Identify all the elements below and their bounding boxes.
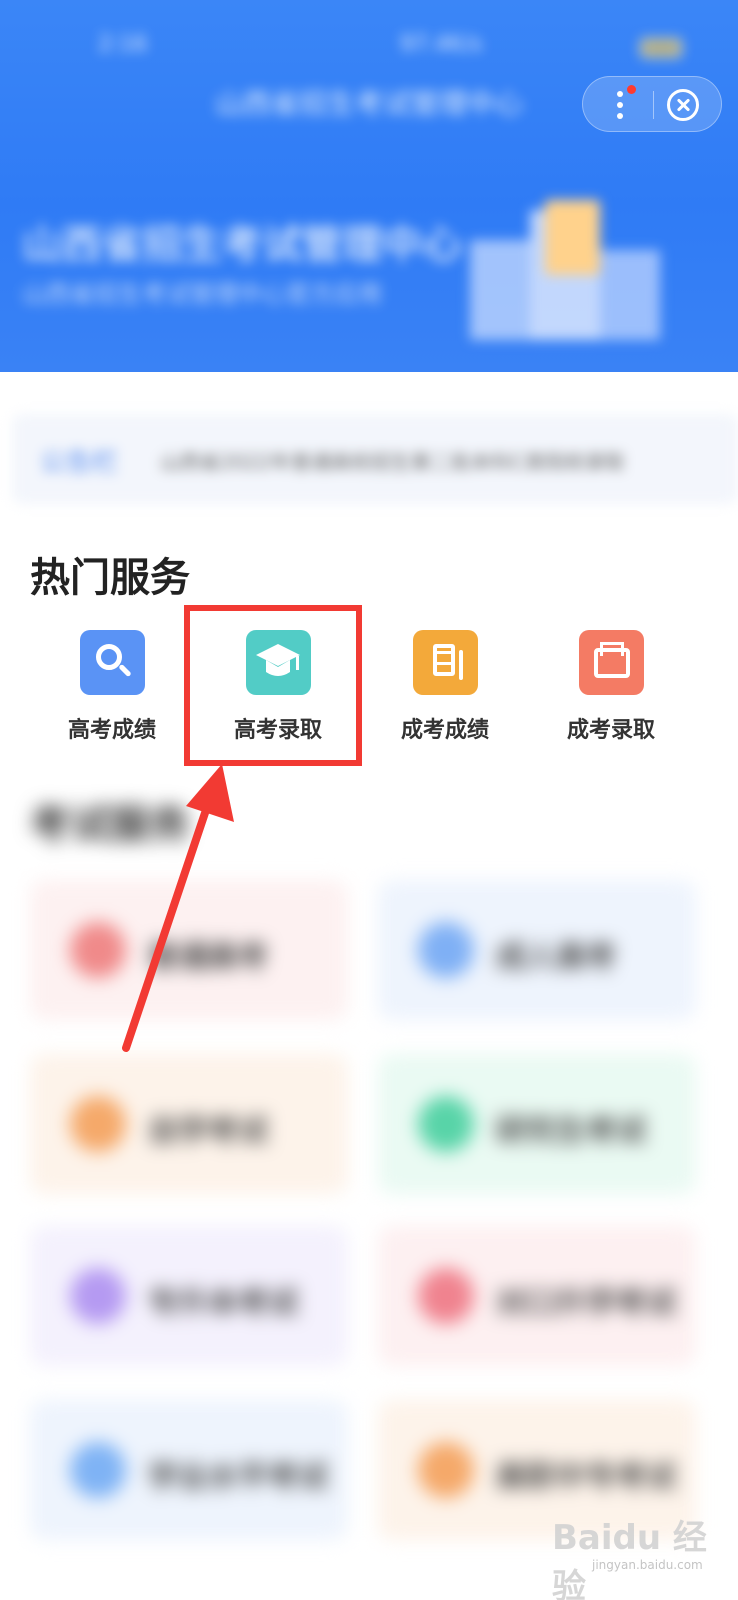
- service-chengkao-score[interactable]: 成考成绩: [360, 628, 530, 748]
- exam-card-label: 高职中专考试: [496, 1460, 676, 1495]
- book-icon: [70, 1096, 126, 1152]
- exam-card-label: 学业水平考试: [148, 1460, 328, 1495]
- hot-services-grid: 高考成绩 高考录取 成考成绩 成考录取: [0, 628, 738, 748]
- status-bar: 2:16 97.4K/s: [0, 28, 738, 68]
- hot-services-title: 热门服务: [30, 555, 190, 601]
- book-icon: [418, 922, 474, 978]
- book-icon: [418, 1096, 474, 1152]
- exam-card-label: 普通高考: [148, 940, 268, 975]
- notice-text: 山西省2022年普通高校招生第二批本科C类院校录取: [160, 450, 625, 474]
- service-label: 成考录取: [566, 718, 655, 743]
- watermark-logo: Baidu 经验: [552, 1518, 707, 1600]
- archive-icon: [579, 630, 644, 695]
- search-icon: [80, 630, 145, 695]
- more-menu-icon[interactable]: [583, 77, 651, 133]
- status-time: 2:16: [98, 32, 148, 57]
- exam-card-gaokao[interactable]: 普通高考: [30, 880, 348, 1020]
- banner-illustration: [470, 200, 680, 340]
- book-icon: [418, 1268, 474, 1324]
- highlight-box: [184, 605, 362, 766]
- exam-card-self-study[interactable]: 自学考试: [30, 1054, 348, 1194]
- exam-card-proficiency[interactable]: 学业水平考试: [30, 1400, 348, 1540]
- capsule-divider: [653, 91, 654, 119]
- close-icon[interactable]: [667, 89, 699, 121]
- notice-tag: 公告栏: [40, 448, 119, 478]
- notice-bar[interactable]: 公告栏 山西省2022年普通高校招生第二批本科C类院校录取: [12, 414, 738, 504]
- service-label: 高考成绩: [67, 718, 156, 743]
- service-label: 成考成绩: [400, 718, 489, 743]
- banner-subtitle: 山西省招生考试管理中心官方应用: [22, 280, 382, 308]
- document-icon: [413, 630, 478, 695]
- exam-card-label: 专升本考试: [148, 1286, 298, 1321]
- battery-icon: [640, 38, 682, 58]
- book-icon: [70, 1442, 126, 1498]
- exam-card-label: 研究生考试: [496, 1114, 646, 1149]
- exam-card-label: 成人高考: [496, 940, 616, 975]
- service-gaokao-score[interactable]: 高考成绩: [27, 628, 197, 748]
- exam-services-title: 考试服务: [30, 802, 190, 848]
- exam-card-label: 自学考试: [148, 1114, 268, 1149]
- notification-dot: [627, 85, 636, 94]
- service-chengkao-admission[interactable]: 成考录取: [526, 628, 696, 748]
- network-speed: 97.4K/s: [400, 32, 483, 57]
- miniprogram-capsule: [582, 76, 722, 132]
- exam-card-upgrade[interactable]: 专升本考试: [30, 1226, 348, 1366]
- exam-card-adult[interactable]: 成人高考: [378, 880, 696, 1020]
- book-icon: [70, 1268, 126, 1324]
- exam-card-vocational[interactable]: 对口升学考试: [378, 1226, 696, 1366]
- banner-title: 山西省招生考试管理中心: [22, 222, 462, 268]
- baidu-watermark: Baidu 经验 jingyan.baidu.com: [552, 1500, 712, 1600]
- exam-card-label: 对口升学考试: [496, 1286, 676, 1321]
- exam-card-postgraduate[interactable]: 研究生考试: [378, 1054, 696, 1194]
- book-icon: [418, 1442, 474, 1498]
- app-header: 2:16 97.4K/s 山西省招生考试管理中心 山西省招生考试管理中心 山西省…: [0, 0, 738, 372]
- watermark-url: jingyan.baidu.com: [592, 1558, 703, 1572]
- book-icon: [70, 922, 126, 978]
